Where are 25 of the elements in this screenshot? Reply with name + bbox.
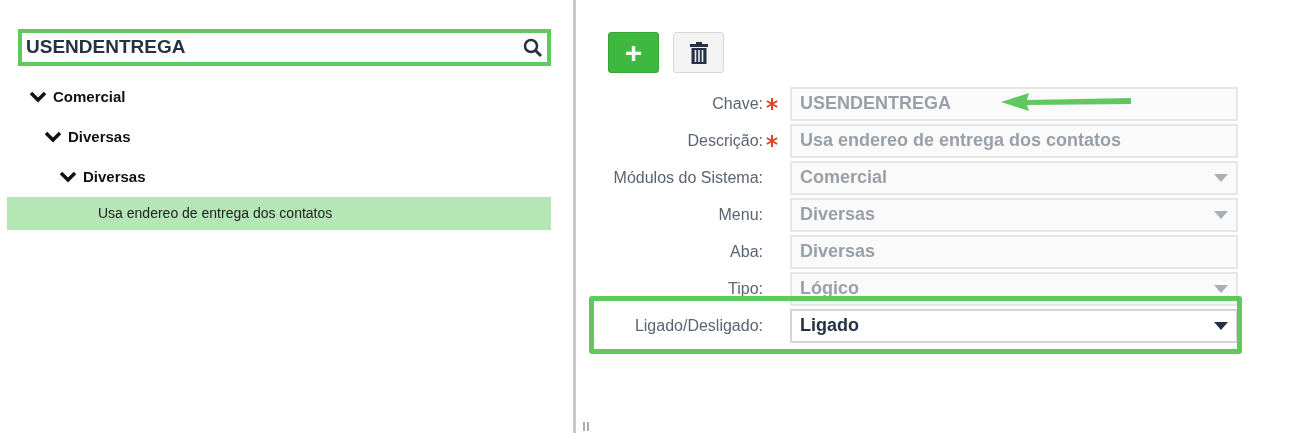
select-field[interactable]: Ligado xyxy=(790,308,1238,343)
field-label: Descrição: xyxy=(686,130,763,151)
search-icon[interactable] xyxy=(523,37,543,58)
caret-icon xyxy=(1214,210,1228,219)
field-label: Chave: xyxy=(711,93,763,114)
caret-icon xyxy=(1214,284,1228,293)
field-label: Menu: xyxy=(717,204,763,225)
search-field[interactable]: USENDENTREGA xyxy=(18,29,551,66)
add-button[interactable]: + xyxy=(608,32,659,73)
tree-node-label[interactable]: Diversas xyxy=(68,125,131,149)
field-label: Aba: xyxy=(729,241,763,262)
field-label: Ligado/Desligado: xyxy=(633,315,763,336)
caret-icon xyxy=(1214,321,1228,330)
chevron-icon[interactable] xyxy=(44,131,62,143)
chevron-icon[interactable] xyxy=(59,171,77,183)
tree-item[interactable]: Usa endereo de entrega dos contatos xyxy=(7,197,551,230)
field-label: Módulos do Sistema: xyxy=(612,167,763,188)
chevron-icon[interactable] xyxy=(29,91,47,103)
tree-node-label[interactable]: Diversas xyxy=(83,165,146,189)
tree-node-label[interactable]: Comercial xyxy=(53,85,126,109)
caret-icon xyxy=(1214,173,1228,182)
delete-button[interactable] xyxy=(673,32,724,73)
field-label: Tipo: xyxy=(727,278,763,299)
splitter-handle-icon[interactable] xyxy=(583,422,589,431)
trash-icon xyxy=(689,41,708,64)
